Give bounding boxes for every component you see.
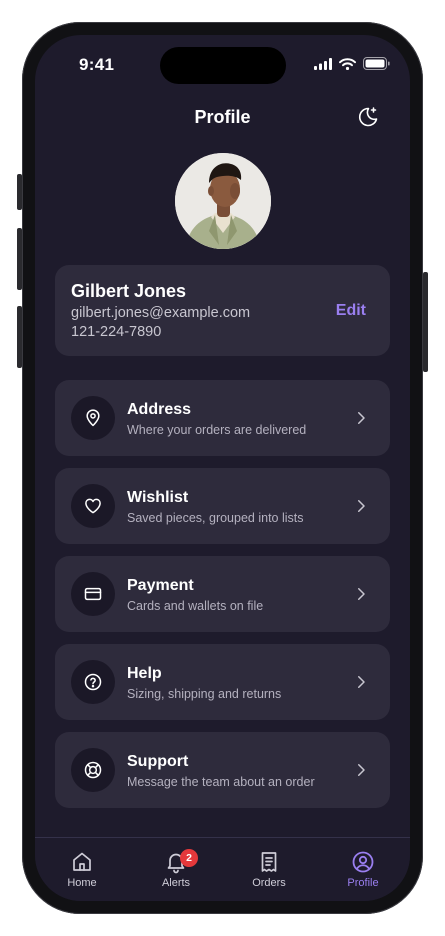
menu-title: Help xyxy=(127,665,162,682)
chevron-right-icon xyxy=(358,588,365,600)
notification-badge: 2 xyxy=(180,849,198,867)
menu-subtitle: Cards and wallets on file xyxy=(127,599,264,613)
lifebuoy-icon xyxy=(84,761,102,779)
chevron-right-icon xyxy=(358,764,365,776)
menu-subtitle: Saved pieces, grouped into lists xyxy=(127,511,304,525)
menu-item-wishlist[interactable]: Wishlist Saved pieces, grouped into list… xyxy=(55,468,390,544)
wifi-icon xyxy=(339,57,356,70)
user-name: Gilbert Jones xyxy=(71,281,187,301)
menu-icon-circle xyxy=(71,396,115,440)
tab-label: Home xyxy=(67,877,97,889)
battery-icon xyxy=(363,57,390,70)
tab-bar: Home Alerts 2 Orders Profile xyxy=(35,837,410,901)
menu-icon-circle xyxy=(71,572,115,616)
tab-label: Profile xyxy=(347,877,379,889)
dynamic-island xyxy=(160,47,286,84)
menu-subtitle: Sizing, shipping and returns xyxy=(127,687,282,701)
page-title: Profile xyxy=(194,107,251,127)
user-email: gilbert.jones@example.com xyxy=(71,305,251,321)
screen: 9:41 Profile Gilbert Jones gilbert.jones… xyxy=(35,35,410,901)
chevron-right-icon xyxy=(358,500,365,512)
menu-item-support[interactable]: Support Message the team about an order xyxy=(55,732,390,808)
menu-title: Address xyxy=(127,401,192,418)
moon-sparkle-icon xyxy=(358,107,378,127)
menu-title: Support xyxy=(127,753,189,770)
menu-subtitle: Where your orders are delivered xyxy=(127,423,307,437)
home-icon xyxy=(73,852,91,871)
chevron-right-icon xyxy=(358,676,365,688)
menu-item-address[interactable]: Address Where your orders are delivered xyxy=(55,380,390,456)
question-circle-icon xyxy=(84,673,102,691)
edit-profile-button[interactable]: Edit xyxy=(336,302,366,320)
tab-label: Alerts xyxy=(161,877,191,889)
signal-icon xyxy=(314,57,332,70)
tab-profile[interactable]: Profile xyxy=(323,850,403,889)
user-card: Gilbert Jones gilbert.jones@example.com … xyxy=(55,265,390,356)
tab-orders[interactable]: Orders xyxy=(229,850,309,889)
status-time: 9:41 xyxy=(79,55,115,74)
tab-label: Orders xyxy=(252,877,286,889)
receipt-icon xyxy=(261,852,277,872)
avatar[interactable] xyxy=(175,153,271,249)
credit-card-icon xyxy=(84,587,102,601)
menu-icon-circle xyxy=(71,484,115,528)
map-pin-icon xyxy=(86,409,100,427)
tab-home[interactable]: Home xyxy=(42,850,122,889)
chevron-right-icon xyxy=(358,412,365,424)
menu-title: Wishlist xyxy=(127,489,189,506)
menu-icon-circle xyxy=(71,748,115,792)
menu-icon-circle xyxy=(71,660,115,704)
user-phone: 121-224-7890 xyxy=(71,324,162,340)
heart-icon xyxy=(85,498,101,514)
menu-subtitle: Message the team about an order xyxy=(127,775,315,789)
tab-alerts[interactable]: Alerts 2 xyxy=(136,849,216,889)
menu-item-help[interactable]: Help Sizing, shipping and returns xyxy=(55,644,390,720)
theme-toggle-button[interactable] xyxy=(356,105,380,129)
menu-item-payment[interactable]: Payment Cards and wallets on file xyxy=(55,556,390,632)
user-circle-icon xyxy=(352,851,374,873)
status-icons xyxy=(314,57,390,70)
menu-title: Payment xyxy=(127,577,194,594)
side-button-power xyxy=(423,272,428,372)
avatar-image xyxy=(175,153,271,249)
